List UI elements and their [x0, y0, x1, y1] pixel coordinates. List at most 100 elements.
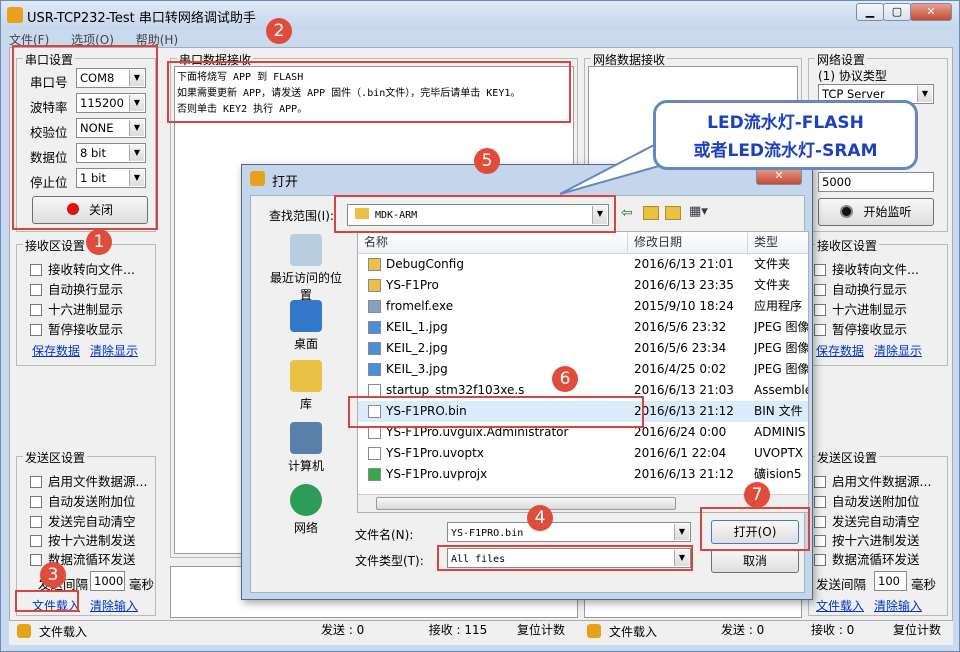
checkbox[interactable] [30, 284, 42, 296]
interval-input[interactable]: 1000 [90, 571, 125, 591]
checkbox[interactable] [30, 476, 42, 488]
file-row[interactable]: KEIL_1.jpg 2016/5/6 23:32 JPEG 图像 [358, 317, 809, 338]
checkbox[interactable] [30, 304, 42, 316]
file-row[interactable]: KEIL_2.jpg 2016/5/6 23:34 JPEG 图像 [358, 338, 808, 359]
file-row[interactable]: fromelf.exe 2015/9/10 18:24 应用程序 [358, 296, 808, 317]
file-name: YS-F1Pro [386, 278, 439, 292]
checkbox[interactable] [30, 324, 42, 336]
cancel-button[interactable]: 取消 [711, 549, 799, 573]
send-option[interactable]: 启用文件数据源... [30, 471, 147, 490]
net-send-option[interactable]: 数据流循环发送 [814, 549, 920, 568]
net-send-option[interactable]: 按十六进制发送 [814, 530, 920, 549]
status-recv-2: 接收 : 0 [811, 623, 855, 637]
checkbox[interactable] [30, 554, 42, 566]
column-type[interactable]: 类型 [748, 232, 808, 254]
computer-icon [290, 422, 322, 454]
checkbox[interactable] [30, 264, 42, 276]
file-row[interactable]: YS-F1Pro.uvoptx 2016/6/1 22:04 UVOPTX [358, 443, 808, 464]
reset-count-button[interactable]: 复位计数 [511, 621, 577, 641]
place-computer[interactable]: 计算机 [267, 422, 345, 474]
file-type: JPEG 图像 [754, 320, 809, 334]
checkbox[interactable] [814, 284, 826, 296]
net-save-data-link[interactable]: 保存数据 [816, 342, 864, 359]
new-folder-icon[interactable] [665, 206, 681, 220]
checkbox[interactable] [814, 516, 826, 528]
save-data-link[interactable]: 保存数据 [32, 342, 80, 359]
checkbox[interactable] [814, 535, 826, 547]
recv-option[interactable]: 十六进制显示 [30, 299, 123, 318]
place-recent[interactable]: 最近访问的位置 [267, 234, 345, 303]
bubble-line-1: LED流水灯-FLASH [707, 113, 864, 133]
scrollbar-thumb[interactable] [376, 497, 676, 510]
recv-option[interactable]: 暂停接收显示 [30, 319, 123, 338]
net-recv-option[interactable]: 自动换行显示 [814, 279, 907, 298]
library-icon [290, 360, 322, 392]
checkbox[interactable] [814, 324, 826, 336]
filename-input[interactable]: YS-F1PRO.bin ▼ [447, 522, 691, 542]
net-clear-display-link[interactable]: 清除显示 [874, 342, 922, 359]
net-clear-input-link[interactable]: 清除输入 [874, 597, 922, 614]
send-option[interactable]: 自动发送附加位 [30, 491, 136, 510]
clear-input-link[interactable]: 清除输入 [90, 597, 138, 614]
dot-icon [840, 205, 854, 218]
recv-option[interactable]: 自动换行显示 [30, 279, 123, 298]
file-row[interactable]: YS-F1Pro.uvprojx 2016/6/13 21:12 礦ision5 [358, 464, 808, 485]
file-name: KEIL_3.jpg [386, 362, 448, 376]
net-send-settings-title: 发送区设置 [815, 449, 880, 466]
send-option[interactable]: 发送完自动清空 [30, 511, 136, 530]
highlight-serial-settings [12, 45, 158, 230]
column-date[interactable]: 修改日期 [628, 232, 748, 254]
callout-4: 4 [527, 505, 553, 531]
minimize-button[interactable]: ▁ [856, 3, 884, 21]
callout-5: 5 [474, 148, 500, 174]
option-label: 数据流循环发送 [832, 552, 920, 567]
highlight-recv-text [167, 61, 571, 123]
file-name: YS-F1Pro.uvoptx [386, 446, 484, 460]
checkbox[interactable] [814, 554, 826, 566]
send-option[interactable]: 按十六进制发送 [30, 530, 136, 549]
port-input[interactable]: 5000 [818, 172, 934, 192]
option-label: 十六进制显示 [832, 302, 908, 317]
net-send-option[interactable]: 发送完自动清空 [814, 511, 920, 530]
folder-icon [368, 279, 381, 292]
checkbox[interactable] [814, 496, 826, 508]
net-recv-option[interactable]: 暂停接收显示 [814, 319, 907, 338]
place-library[interactable]: 库 [267, 360, 345, 412]
maximize-button[interactable]: ▢ [883, 3, 911, 21]
start-listen-button[interactable]: 开始监听 [818, 198, 934, 226]
clear-display-link[interactable]: 清除显示 [90, 342, 138, 359]
file-icon [368, 447, 381, 460]
file-row[interactable]: DebugConfig 2016/6/13 21:01 文件夹 [358, 254, 808, 275]
file-row[interactable]: YS-F1Pro 2016/6/13 23:35 文件夹 [358, 275, 808, 296]
net-send-option[interactable]: 启用文件数据源... [814, 471, 931, 490]
close-window-button[interactable]: ✕ [910, 3, 952, 21]
dialog-title: 打开 [272, 175, 299, 190]
view-menu-icon[interactable]: ▦▾ [689, 204, 708, 219]
place-desktop[interactable]: 桌面 [267, 300, 345, 352]
column-name[interactable]: 名称 [358, 232, 628, 254]
checkbox[interactable] [814, 476, 826, 488]
net-send-option[interactable]: 自动发送附加位 [814, 491, 920, 510]
net-interval-unit: 毫秒 [911, 577, 937, 592]
option-label: 按十六进制发送 [48, 533, 136, 548]
option-label: 接收转向文件... [832, 262, 919, 277]
checkbox[interactable] [30, 496, 42, 508]
recv-option[interactable]: 接收转向文件... [30, 259, 135, 278]
net-recv-option[interactable]: 接收转向文件... [814, 259, 919, 278]
net-load-file-link[interactable]: 文件载入 [816, 597, 864, 614]
net-recv-option[interactable]: 十六进制显示 [814, 299, 907, 318]
checkbox[interactable] [30, 535, 42, 547]
back-icon[interactable]: ⇦ [621, 205, 633, 221]
file-date: 2016/6/13 21:12 [634, 467, 734, 481]
net-interval-input[interactable]: 100 [874, 571, 907, 591]
status-file-2: 文件载入 [609, 625, 658, 639]
place-network[interactable]: 网络 [267, 484, 345, 536]
callout-2: 2 [266, 18, 292, 44]
up-folder-icon[interactable] [643, 206, 659, 220]
checkbox[interactable] [30, 516, 42, 528]
checkbox[interactable] [814, 264, 826, 276]
recent-icon [290, 234, 322, 266]
checkbox[interactable] [814, 304, 826, 316]
reset-count-button-2[interactable]: 复位计数 [891, 621, 953, 641]
file-row[interactable]: KEIL_3.jpg 2016/4/25 0:02 JPEG 图像 [358, 359, 808, 380]
